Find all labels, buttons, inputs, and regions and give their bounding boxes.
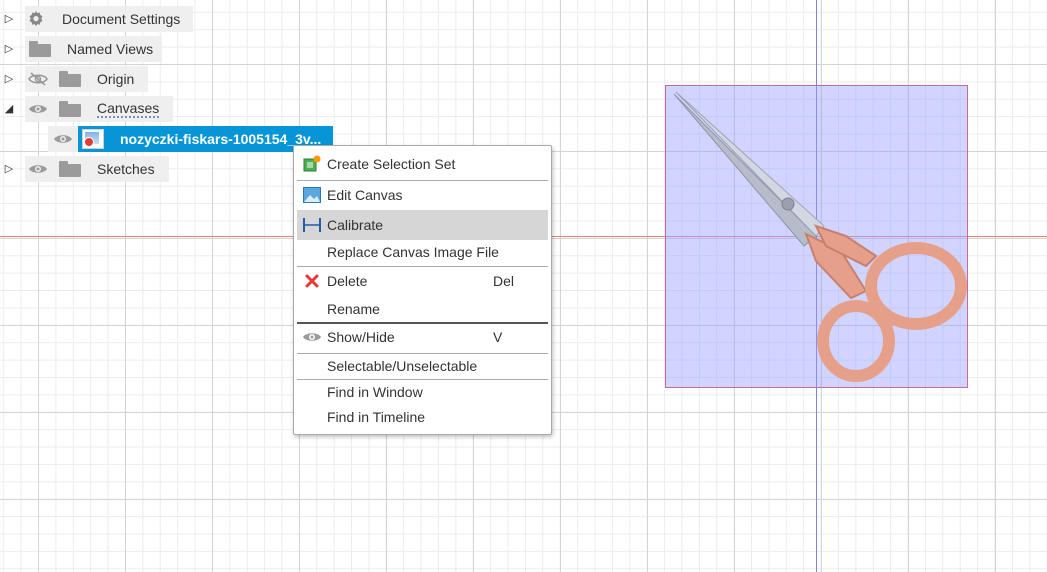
expand-arrow-icon[interactable]: ▷ xyxy=(4,72,14,85)
folder-icon xyxy=(59,71,81,87)
menu-item-shortcut: Del xyxy=(493,273,515,289)
eye-icon[interactable] xyxy=(27,102,49,116)
hidden-eye-icon[interactable] xyxy=(27,72,49,86)
menu-item-label: Rename xyxy=(327,301,380,317)
eye-icon xyxy=(297,324,327,350)
menu-item-delete[interactable]: Delete Del xyxy=(297,268,548,294)
menu-separator xyxy=(297,266,548,267)
scissors-image xyxy=(673,91,967,382)
browser-item-label: Document Settings xyxy=(62,11,181,27)
browser-item-label: Origin xyxy=(97,71,135,87)
menu-item-selectable-unselectable[interactable]: Selectable/Unselectable xyxy=(297,353,548,379)
menu-item-label: Create Selection Set xyxy=(327,156,456,172)
menu-item-label: Find in Window xyxy=(327,384,423,400)
menu-item-label: Delete xyxy=(327,273,368,289)
browser-item-canvases[interactable]: Canvases xyxy=(25,96,173,122)
expand-arrow-icon[interactable]: ▷ xyxy=(4,12,14,25)
gear-icon xyxy=(25,11,47,27)
folder-icon xyxy=(29,41,51,57)
menu-item-calibrate[interactable]: Calibrate xyxy=(297,210,548,240)
browser-item-canvas-selected[interactable]: nozyczki-fiskars-1005154_3v... xyxy=(48,126,334,152)
browser-item-label: Sketches xyxy=(97,161,155,177)
canvas-thumbnail-icon xyxy=(82,129,104,149)
menu-item-show-hide[interactable]: Show/Hide V xyxy=(297,324,548,350)
selection-set-icon xyxy=(297,151,327,177)
canvas-image-scissors[interactable] xyxy=(665,85,968,388)
browser-item-origin[interactable]: Origin xyxy=(25,66,148,92)
browser-item-sketches[interactable]: Sketches xyxy=(25,156,169,182)
menu-item-edit-canvas[interactable]: Edit Canvas xyxy=(297,182,548,208)
menu-item-label: Show/Hide xyxy=(327,329,395,345)
edit-canvas-icon xyxy=(297,182,327,208)
menu-item-shortcut: V xyxy=(493,329,503,345)
menu-item-create-selection-set[interactable]: Create Selection Set xyxy=(297,151,548,177)
eye-icon[interactable] xyxy=(48,126,78,152)
browser-item-label: Named Views xyxy=(67,41,154,57)
browser-item-named-views[interactable]: Named Views xyxy=(25,36,162,62)
menu-item-find-in-timeline[interactable]: Find in Timeline xyxy=(297,404,548,430)
expand-arrow-icon[interactable]: ▷ xyxy=(4,42,14,55)
menu-item-rename[interactable]: Rename xyxy=(297,296,548,322)
menu-item-replace-canvas-image-file[interactable]: Replace Canvas Image File xyxy=(297,239,548,265)
menu-item-label: Find in Timeline xyxy=(327,409,426,425)
canvas-item-label: nozyczki-fiskars-1005154_3v... xyxy=(120,131,322,147)
browser-item-label: Canvases xyxy=(97,100,160,118)
eye-icon[interactable] xyxy=(27,162,49,176)
expand-arrow-icon[interactable]: ▷ xyxy=(4,162,14,175)
collapse-arrow-icon[interactable]: ◢ xyxy=(4,102,14,115)
menu-item-label: Selectable/Unselectable xyxy=(327,358,478,374)
folder-icon xyxy=(59,101,81,117)
context-menu: Create Selection Set Edit Canvas Calibra… xyxy=(293,145,552,435)
menu-item-find-in-window[interactable]: Find in Window xyxy=(297,379,548,405)
menu-item-label: Replace Canvas Image File xyxy=(327,244,499,260)
menu-separator xyxy=(297,180,548,181)
menu-item-label: Edit Canvas xyxy=(327,187,403,203)
browser-item-document-settings[interactable]: Document Settings xyxy=(25,6,193,32)
menu-item-label: Calibrate xyxy=(327,217,384,233)
delete-x-icon xyxy=(297,268,327,294)
calibrate-icon xyxy=(297,212,327,238)
folder-icon xyxy=(59,161,81,177)
